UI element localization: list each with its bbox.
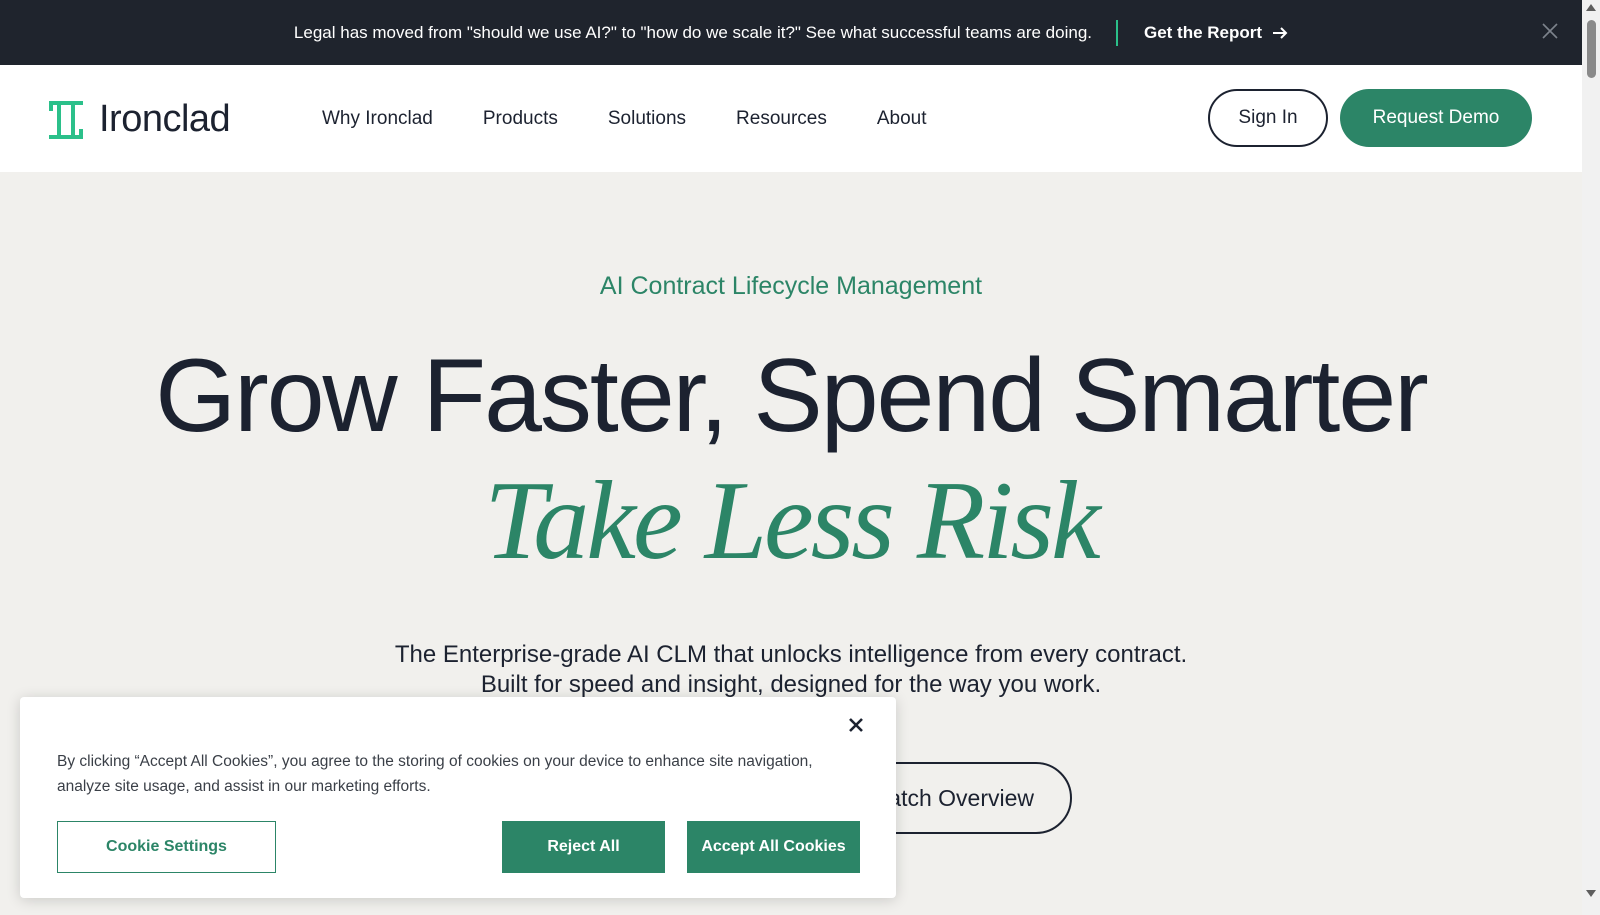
scroll-up-icon[interactable] [1586, 4, 1596, 11]
ironclad-logo-icon [49, 100, 83, 139]
hero-subtitle-line-2: Built for speed and insight, designed fo… [480, 671, 1102, 698]
cookie-banner: By clicking “Accept All Cookies”, you ag… [20, 697, 896, 898]
nav-item-products[interactable]: Products [483, 108, 558, 130]
brand-logo[interactable]: Ironclad [49, 98, 231, 141]
get-report-label: Get the Report [1144, 22, 1263, 42]
cookie-settings-button[interactable]: Cookie Settings [57, 821, 276, 873]
close-icon[interactable] [846, 715, 866, 735]
main-navigation: Ironclad Why Ironclad Products Solutions… [0, 65, 1582, 172]
announcement-divider [1116, 19, 1118, 46]
hero-headline-accent: Take Less Risk [484, 459, 1100, 583]
close-icon[interactable] [1540, 21, 1560, 41]
nav-item-about[interactable]: About [877, 108, 927, 130]
nav-item-why-ironclad[interactable]: Why Ironclad [322, 108, 433, 130]
hero-subtitle-line-1: The Enterprise-grade AI CLM that unlocks… [394, 641, 1188, 668]
scroll-down-icon[interactable] [1586, 890, 1596, 897]
hero-eyebrow: AI Contract Lifecycle Management [599, 272, 983, 300]
scrollbar-thumb[interactable] [1587, 20, 1596, 78]
page-scrollbar[interactable] [1582, 0, 1600, 915]
cookie-consent-text: By clicking “Accept All Cookies”, you ag… [57, 753, 813, 795]
hero-headline: Grow Faster, Spend Smarter [155, 338, 1429, 454]
nav-menu: Why Ironclad Products Solutions Resource… [322, 65, 977, 172]
brand-name: Ironclad [99, 98, 231, 140]
nav-item-solutions[interactable]: Solutions [608, 108, 686, 130]
request-demo-button[interactable]: Request Demo [1340, 89, 1532, 147]
arrow-right-icon [1273, 26, 1288, 39]
accept-all-cookies-button[interactable]: Accept All Cookies [687, 821, 860, 873]
get-report-link[interactable]: Get the Report [1144, 23, 1288, 43]
reject-all-button[interactable]: Reject All [502, 821, 665, 873]
announcement-message: Legal has moved from "should we use AI?"… [293, 22, 1092, 42]
nav-item-resources[interactable]: Resources [736, 108, 827, 130]
sign-in-button[interactable]: Sign In [1208, 89, 1328, 147]
hero-subtitle: The Enterprise-grade AI CLM that unlocks… [0, 640, 1582, 700]
announcement-bar: Legal has moved from "should we use AI?"… [0, 0, 1582, 65]
